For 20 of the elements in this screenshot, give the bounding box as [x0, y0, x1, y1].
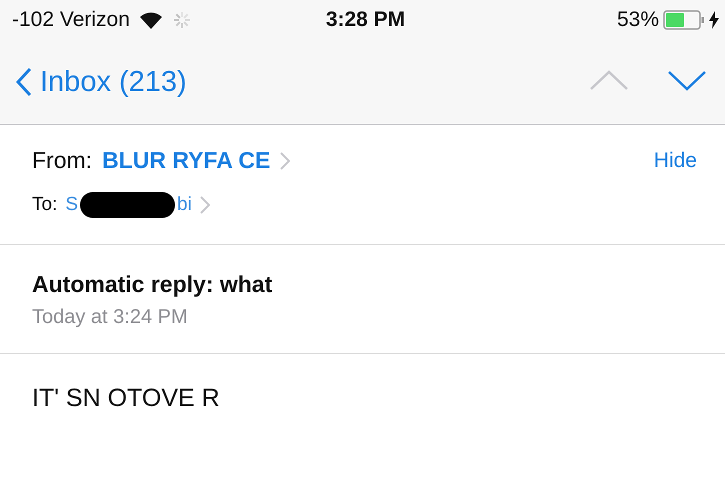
clock-time: 3:28 PM: [326, 8, 406, 32]
charging-bolt-icon: [709, 11, 719, 29]
battery-icon: [663, 10, 705, 30]
recipient-text: bi: [177, 194, 192, 216]
chevron-icon: [200, 196, 210, 214]
to-label: To:: [32, 194, 58, 216]
recipient-text: S: [65, 194, 78, 216]
date: Today at 3:24 PM: [32, 306, 189, 329]
subject: Automatic reply: what: [32, 271, 274, 298]
hide-button[interactable]: Hide: [648, 148, 703, 174]
spinner-icon: [172, 10, 192, 30]
back-button[interactable]: Inbox (213): [16, 66, 187, 98]
sender-link[interactable]: BLUR RYFA CE: [102, 147, 270, 174]
message-body: IT' SN OTOVE R: [31, 383, 221, 414]
wifi-icon: [140, 12, 162, 28]
from-label: From:: [32, 147, 92, 174]
chevron-icon: [280, 152, 290, 170]
battery-percent: 53%: [616, 8, 659, 32]
carrier-signal: -102 Verizon: [12, 8, 130, 32]
back-chevron-icon[interactable]: [16, 67, 32, 97]
